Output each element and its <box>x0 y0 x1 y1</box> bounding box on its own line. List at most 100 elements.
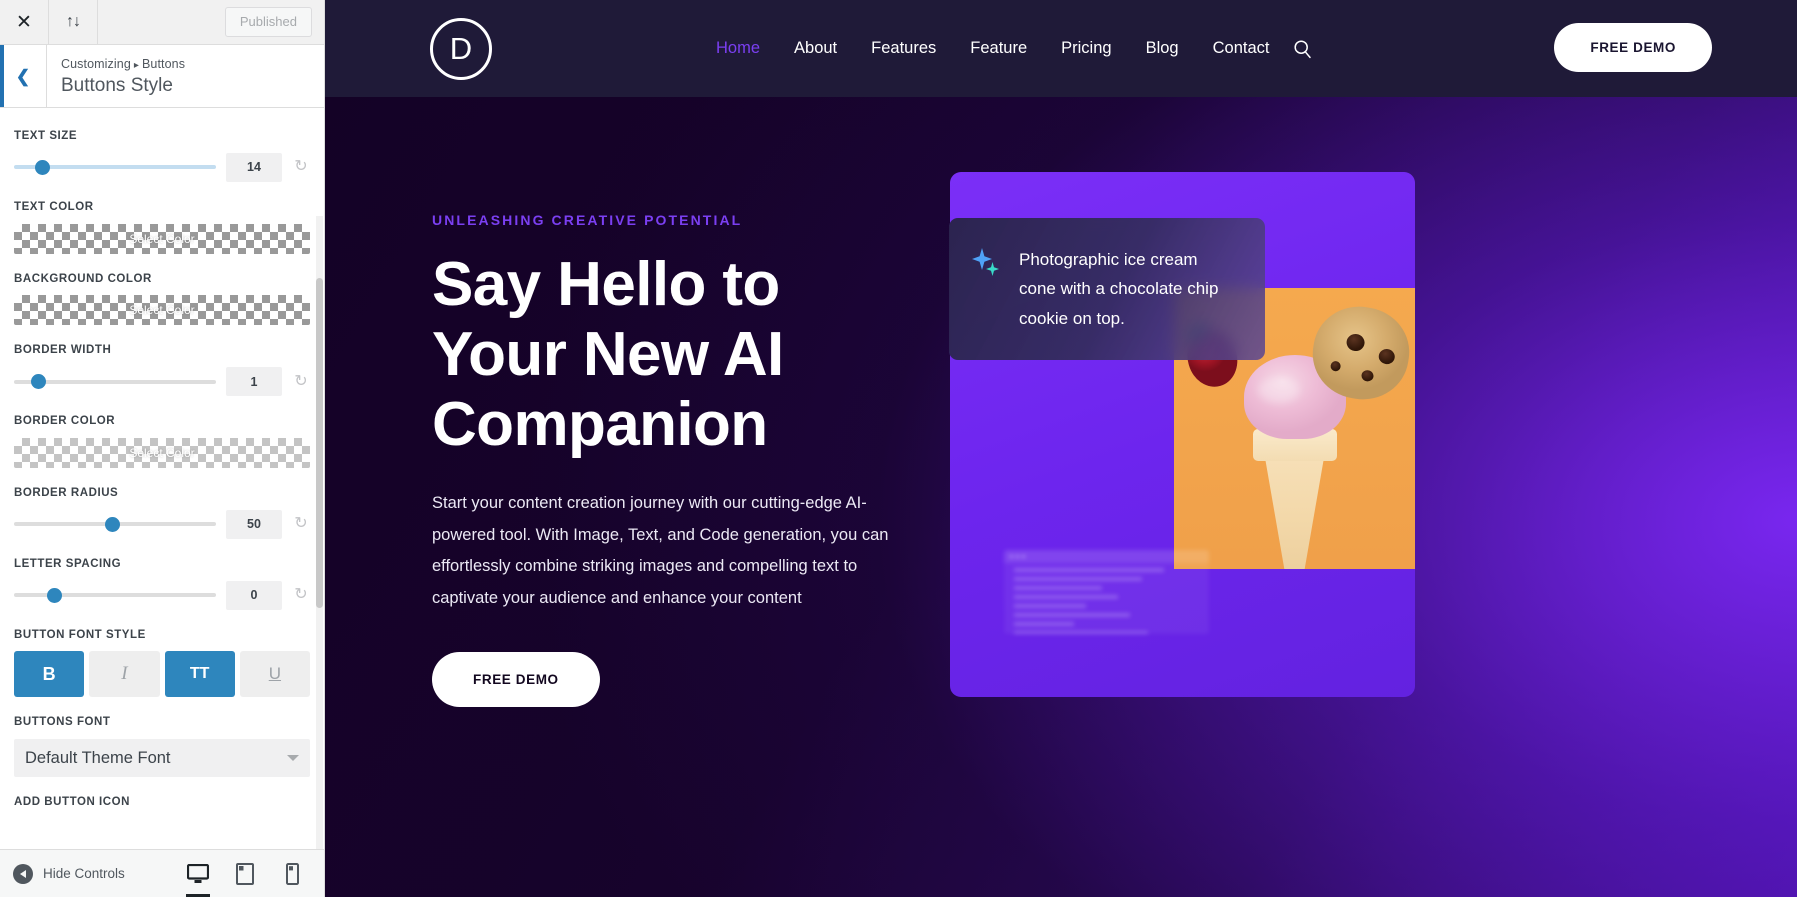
select-color-label: Select Color <box>129 303 195 318</box>
nav-link-home[interactable]: Home <box>699 39 777 58</box>
buttons-font-select[interactable]: Default Theme Font <box>14 739 310 778</box>
font-style-underline-button[interactable]: U <box>239 651 310 698</box>
chevron-down-icon <box>287 755 299 762</box>
control-label: ADD BUTTON ICON <box>14 796 131 809</box>
code-editor-titlebar <box>1004 550 1209 563</box>
text-color-picker[interactable]: Select Color <box>14 223 310 254</box>
bold-icon: B <box>42 663 56 684</box>
control-label: BORDER WIDTH <box>14 344 112 357</box>
hero-content: UNLEASHING CREATIVE POTENTIAL Say Hello … <box>432 212 932 707</box>
control-background-color: BACKGROUND COLOR Select Color <box>14 273 310 326</box>
border-width-slider[interactable] <box>14 374 216 390</box>
control-buttons-font: BUTTONS FONT Default Theme Font <box>14 716 310 778</box>
reset-letter-spacing-button[interactable]: ↻ <box>292 587 310 603</box>
chevron-left-icon: ❮ <box>15 66 31 86</box>
control-border-radius: BORDER RADIUS 50 ↻ <box>14 487 310 539</box>
control-label: BACKGROUND COLOR <box>14 272 152 285</box>
customizer-sidebar: ✕ ↑↓ Published ❮ Customizing ▸ Buttons But… <box>0 0 325 897</box>
breadcrumb: Customizing ▸ Buttons <box>61 56 324 72</box>
control-letter-spacing: LETTER SPACING 0 ↻ <box>14 558 310 610</box>
control-label: LETTER SPACING <box>14 557 122 570</box>
letter-spacing-value[interactable]: 0 <box>226 580 282 610</box>
control-label: TEXT COLOR <box>14 200 94 213</box>
device-preview-group <box>179 855 311 897</box>
collapse-toggle-button[interactable]: ↑↓ <box>49 0 98 44</box>
hero-title-line-3: Companion <box>432 390 768 460</box>
slider-knob[interactable] <box>105 516 121 532</box>
nav-link-contact[interactable]: Contact <box>1196 39 1287 58</box>
hero-eyebrow: UNLEASHING CREATIVE POTENTIAL <box>432 212 743 228</box>
hero-title-line-1: Say Hello to <box>432 250 780 319</box>
nav-free-demo-button[interactable]: FREE DEMO <box>1554 23 1712 72</box>
control-border-color: BORDER COLOR Select Color <box>14 415 310 468</box>
chocolate-chip <box>1329 360 1342 372</box>
chocolate-chip <box>1377 347 1396 366</box>
customizer-controls: TEXT SIZE 14 ↻ TEXT COLOR Select Color B… <box>0 108 324 849</box>
reset-text-size-button[interactable]: ↻ <box>292 159 310 175</box>
text-size-slider[interactable] <box>14 159 216 175</box>
site-navbar: D Home About Features Feature Pricing Bl… <box>325 0 1797 97</box>
hero-artwork: Photographic ice cream cone with a choco… <box>949 172 1415 697</box>
italic-icon: I <box>121 663 128 685</box>
panel-title: Buttons Style <box>61 75 173 97</box>
reset-border-width-button[interactable]: ↻ <box>292 372 310 390</box>
reset-icon: ↻ <box>294 586 308 604</box>
font-style-bold-button[interactable]: B <box>14 651 85 698</box>
slider-knob[interactable] <box>34 159 50 175</box>
desktop-icon <box>187 863 209 883</box>
ai-prompt-card: Photographic ice cream cone with a choco… <box>949 218 1265 361</box>
nav-link-blog[interactable]: Blog <box>1129 39 1196 58</box>
published-button[interactable]: Published <box>224 7 312 37</box>
hero-description: Start your content creation journey with… <box>432 494 889 608</box>
breadcrumb-root[interactable]: Customizing <box>61 57 131 71</box>
nav-link-about[interactable]: About <box>777 39 854 58</box>
nav-link-feature[interactable]: Feature <box>953 39 1044 58</box>
reset-icon: ↻ <box>294 515 308 533</box>
search-icon <box>1294 39 1312 58</box>
control-button-font-style: BUTTON FONT STYLE B I TT U <box>14 629 310 698</box>
slider-row: 14 ↻ <box>14 152 310 182</box>
chocolate-chip <box>1360 369 1375 383</box>
nav-links: Home About Features Feature Pricing Blog… <box>699 38 1314 60</box>
font-style-italic-button[interactable]: I <box>89 651 160 698</box>
letter-spacing-slider[interactable] <box>14 587 216 603</box>
slider-knob[interactable] <box>46 587 62 603</box>
reset-icon: ↻ <box>294 158 308 176</box>
select-color-label: Select Color <box>129 445 195 460</box>
nav-link-pricing[interactable]: Pricing <box>1044 39 1128 58</box>
hide-controls-button[interactable]: Hide Controls <box>13 863 125 884</box>
slider-row: 50 ↻ <box>14 509 310 539</box>
close-icon: ✕ <box>16 11 32 33</box>
site-logo[interactable]: D <box>430 17 492 80</box>
border-radius-value[interactable]: 50 <box>226 509 282 539</box>
control-label: BUTTONS FONT <box>14 716 111 729</box>
border-width-value[interactable]: 1 <box>226 367 282 397</box>
breadcrumb-section: Buttons <box>142 57 186 71</box>
reset-icon: ↻ <box>294 372 308 390</box>
text-size-value[interactable]: 14 <box>226 152 282 182</box>
background-color-picker[interactable]: Select Color <box>14 295 310 326</box>
slider-knob[interactable] <box>30 374 46 390</box>
search-button[interactable] <box>1292 38 1314 60</box>
hero-title: Say Hello to Your New AI Companion <box>432 250 932 460</box>
hide-controls-label: Hide Controls <box>43 866 125 881</box>
back-button[interactable]: ❮ <box>0 45 47 107</box>
customizer-topbar: ✕ ↑↓ Published <box>0 0 324 45</box>
close-customizer-button[interactable]: ✕ <box>0 0 49 44</box>
border-color-picker[interactable]: Select Color <box>14 437 310 468</box>
control-text-size: TEXT SIZE 14 ↻ <box>14 130 310 182</box>
control-border-width: BORDER WIDTH 1 ↻ <box>14 344 310 397</box>
border-radius-slider[interactable] <box>14 516 216 532</box>
device-mobile-button[interactable] <box>273 855 311 893</box>
control-label: BORDER COLOR <box>14 415 116 428</box>
nav-link-features[interactable]: Features <box>854 39 953 58</box>
hero-free-demo-button[interactable]: FREE DEMO <box>432 651 600 707</box>
control-label: TEXT SIZE <box>14 130 78 142</box>
sidebar-scrollbar-thumb[interactable] <box>316 278 323 608</box>
font-style-uppercase-button[interactable]: TT <box>164 651 235 698</box>
device-desktop-button[interactable] <box>179 855 217 897</box>
font-style-group: B I TT U <box>14 651 310 698</box>
control-text-color: TEXT COLOR Select Color <box>14 201 310 254</box>
reset-border-radius-button[interactable]: ↻ <box>292 516 310 532</box>
device-tablet-button[interactable] <box>226 855 264 893</box>
